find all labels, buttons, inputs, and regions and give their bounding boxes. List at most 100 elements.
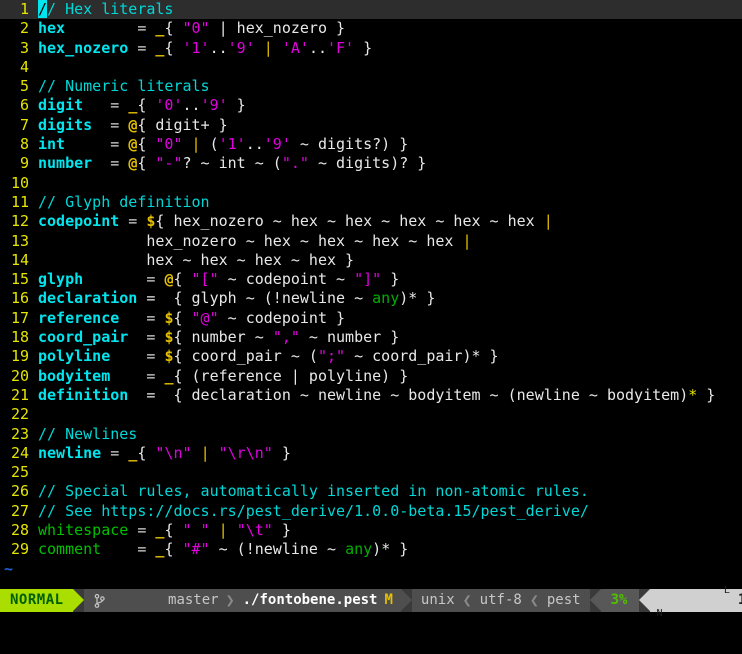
- code-token: declaration: [38, 289, 138, 308]
- code-token: / Hex literals: [47, 0, 174, 18]
- code-token: ";": [317, 347, 346, 366]
- line-content: // Numeric literals: [29, 77, 210, 96]
- code-token: }: [209, 115, 228, 134]
- code-token: |: [200, 443, 210, 462]
- code-token: *: [471, 347, 481, 366]
- code-token: '9': [200, 96, 228, 115]
- editor-line[interactable]: 12 codepoint = ${ hex_nozero ~ hex ~ hex …: [0, 212, 742, 231]
- line-number: 19: [10, 347, 29, 366]
- code-token: }: [354, 38, 373, 57]
- line-number: 2: [19, 19, 29, 38]
- editor-line[interactable]: 2 hex = _{ "0" | hex_nozero }: [0, 19, 742, 38]
- line-number: 8: [19, 135, 29, 154]
- code-token: |: [290, 366, 300, 385]
- filetype: pest: [546, 592, 581, 608]
- code-token: hex_nozero ~ hex ~ hex ~ hex ~ hex: [38, 231, 463, 250]
- code-token: hex: [38, 19, 66, 38]
- code-token: number: [38, 154, 93, 173]
- editor-line[interactable]: 20 bodyitem = _{ (reference | polyline) }: [0, 367, 742, 386]
- code-token: {: [164, 38, 183, 57]
- editor-line[interactable]: 5 // Numeric literals: [0, 77, 742, 96]
- editor-line[interactable]: 22: [0, 405, 742, 424]
- code-token: |: [543, 212, 553, 231]
- code-token: ..: [209, 38, 228, 57]
- line-number: 7: [19, 115, 29, 134]
- code-token: {: [173, 308, 192, 327]
- editor-line[interactable]: 28 whitespace = _{ " " | "\t" }: [0, 521, 742, 540]
- line-content: definition = { declaration ~ newline ~ b…: [29, 386, 715, 405]
- line-number: 16: [10, 289, 29, 308]
- code-token: @: [128, 154, 138, 173]
- line-content: declaration = { glyph ~ (!newline ~ any)…: [29, 289, 435, 308]
- code-token: ..: [245, 135, 264, 154]
- line-number: 23: [10, 424, 29, 443]
- code-token: |: [218, 19, 228, 38]
- code-token: { number ~: [173, 328, 273, 347]
- code-token: =: [65, 135, 129, 154]
- editor-line[interactable]: 19 polyline = ${ coord_pair ~ (";" ~ coor…: [0, 347, 742, 366]
- code-token: bodyitem: [38, 366, 111, 385]
- code-token: {: [173, 270, 192, 289]
- editor-line[interactable]: 21 definition = { declaration ~ newline ~…: [0, 386, 742, 405]
- editor-line[interactable]: 10: [0, 174, 742, 193]
- code-token: |: [218, 521, 228, 540]
- editor-line[interactable]: 1// Hex literals: [0, 0, 742, 20]
- line-number: 27: [10, 501, 29, 520]
- filename-segment[interactable]: ./fontobene.pest M: [242, 589, 401, 612]
- line-content: hex = _{ "0" | hex_nozero }: [29, 19, 345, 38]
- editor-line[interactable]: 13 hex_nozero ~ hex ~ hex ~ hex ~ hex |: [0, 232, 742, 251]
- editor-line[interactable]: 17 reference = ${ "@" ~ codepoint }: [0, 309, 742, 328]
- editor-line[interactable]: 11 // Glyph definition: [0, 193, 742, 212]
- line-number: 1: [19, 0, 29, 18]
- line-number: 18: [10, 328, 29, 347]
- editor-line[interactable]: 6 digit = _{ '0'..'9' }: [0, 96, 742, 115]
- line-content: glyph = @{ "[" ~ codepoint ~ "]" }: [29, 270, 399, 289]
- code-token: ",": [272, 328, 300, 347]
- line-content: int = @{ "0" | ('1'..'9' ~ digits?) }: [29, 135, 408, 154]
- line-content: codepoint = ${ hex_nozero ~ hex ~ hex ~ …: [29, 212, 553, 231]
- editor-line[interactable]: 23 // Newlines: [0, 425, 742, 444]
- code-token: _: [128, 96, 138, 115]
- percent-arrow-icon: [589, 589, 601, 611]
- mode-indicator: NORMAL: [0, 589, 73, 612]
- code-token: {: [137, 154, 156, 173]
- editor-line[interactable]: 9 number = @{ "-"? ~ int ~ ("." ~ digits)…: [0, 154, 742, 173]
- line-number: 29: [10, 540, 29, 559]
- code-token: }: [417, 289, 436, 308]
- line-content: number = @{ "-"? ~ int ~ ("." ~ digits)?…: [29, 154, 426, 173]
- code-token: (: [200, 135, 219, 154]
- editor-line[interactable]: 16 declaration = { glyph ~ (!newline ~ an…: [0, 289, 742, 308]
- code-token: coord_pair: [38, 328, 129, 347]
- code-token: '1': [218, 135, 246, 154]
- editor-line[interactable]: 18 coord_pair = ${ number ~ "," ~ number …: [0, 328, 742, 347]
- editor-line[interactable]: 14 hex ~ hex ~ hex ~ hex }: [0, 251, 742, 270]
- code-token: { hex_nozero ~ hex ~ hex ~ hex ~ hex ~ h…: [155, 212, 544, 231]
- code-token: // Newlines: [38, 424, 138, 443]
- code-token: // See https://docs.rs/pest_derive/1.0.0…: [38, 501, 589, 520]
- code-token: }: [272, 521, 291, 540]
- editor-buffer[interactable]: 1// Hex literals 2 hex = _{ "0" | hex_noze…: [0, 0, 742, 578]
- empty-line-marker: ~: [4, 559, 14, 578]
- editor-line[interactable]: 25: [0, 463, 742, 482]
- editor-line[interactable]: 27 // See https://docs.rs/pest_derive/1.0…: [0, 502, 742, 521]
- line-number: 17: [10, 308, 29, 327]
- editor-line[interactable]: 4: [0, 58, 742, 77]
- code-token: ? ~ int ~ (: [182, 154, 282, 173]
- code-token: '0': [155, 96, 183, 115]
- git-branch-segment[interactable]: master ❯: [83, 589, 243, 612]
- editor-line[interactable]: 8 int = @{ "0" | ('1'..'9' ~ digits?) }: [0, 135, 742, 154]
- line-number: 21: [10, 385, 29, 404]
- code-token: { digit: [137, 115, 201, 134]
- editor-line[interactable]: 24 newline = _{ "\n" | "\r\n" }: [0, 444, 742, 463]
- editor-line[interactable]: 26 // Special rules, automatically insert…: [0, 482, 742, 501]
- line-number: 25: [10, 463, 29, 482]
- editor-line[interactable]: 3 hex_nozero = _{ '1'..'9' | 'A'..'F' }: [0, 39, 742, 58]
- line-content: // Hex literals: [29, 0, 173, 19]
- editor-line[interactable]: 15 glyph = @{ "[" ~ codepoint ~ "]" }: [0, 270, 742, 289]
- code-token: reference: [38, 308, 120, 327]
- editor-line[interactable]: 7 digits = @{ digit+ }: [0, 116, 742, 135]
- code-token: _: [128, 443, 138, 462]
